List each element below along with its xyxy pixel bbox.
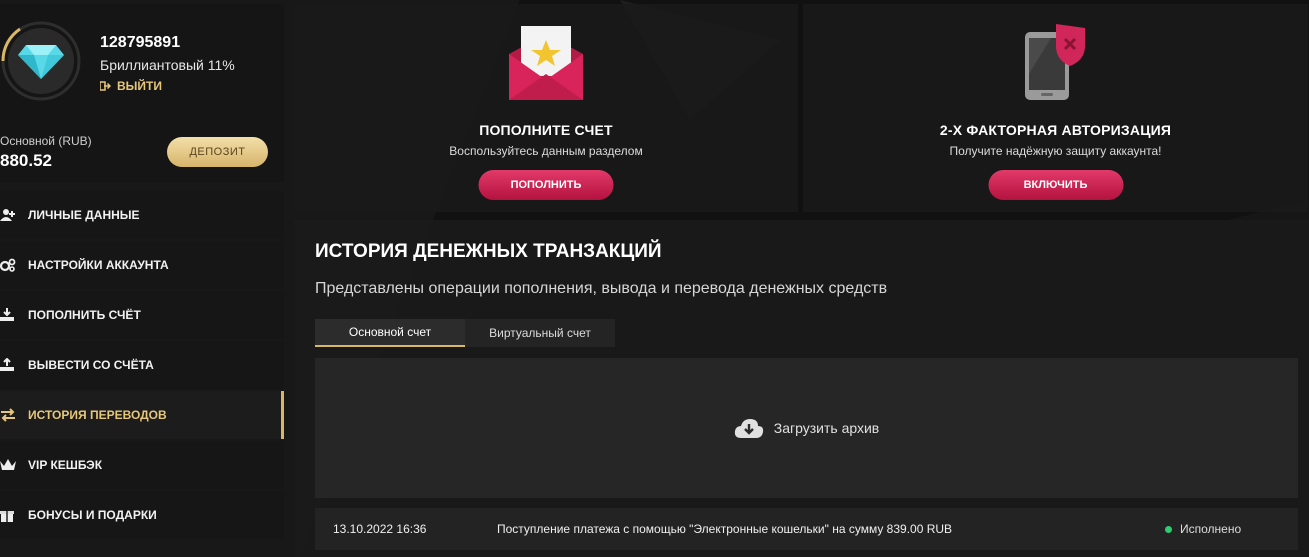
diamond-icon [8, 28, 74, 94]
twofa-card-subtitle: Получите надёжную защиту аккаунта! [949, 144, 1162, 158]
twofa-card-title: 2-Х ФАКТОРНАЯ АВТОРИЗАЦИЯ [939, 122, 1172, 138]
account-tabs: Основной счет Виртуальный счет [315, 319, 615, 347]
sidebar-item-vip-cashback[interactable]: VIP КЕШБЭК [0, 441, 284, 489]
sidebar-item-deposit[interactable]: ПОПОЛНИТЬ СЧЁТ [0, 291, 284, 339]
table-row: 13.10.2022 16:36 Поступление платежа с п… [315, 508, 1298, 550]
user-plus-icon [0, 208, 28, 222]
transaction-date: 13.10.2022 16:36 [333, 522, 427, 536]
status-badge: Исполнено [1165, 522, 1241, 536]
logout-icon [100, 81, 111, 91]
status-dot-icon [1165, 525, 1172, 533]
user-level: Бриллиантовый 11% [100, 57, 235, 73]
replenish-button[interactable]: ПОПОЛНИТЬ [478, 170, 614, 200]
sidebar-menu: ЛИЧНЫЕ ДАННЫЕ НАСТРОЙКИ АККАУНТА ПОПОЛНИ… [0, 191, 284, 541]
user-id: 128795891 [100, 34, 181, 51]
envelope-star-icon [507, 24, 585, 107]
sidebar-item-label: НАСТРОЙКИ АККАУНТА [28, 258, 169, 272]
sidebar-item-withdraw[interactable]: ВЫВЕСТИ СО СЧЁТА [0, 341, 284, 389]
tab-main-account[interactable]: Основной счет [315, 319, 465, 347]
tab-virtual-account[interactable]: Виртуальный счет [465, 319, 615, 347]
download-archive-label: Загрузить архив [773, 420, 880, 436]
page-subtitle: Представлены операции пополнения, вывода… [315, 280, 888, 297]
profile-card: 128795891 Бриллиантовый 11% ВЫЙТИ Основн… [0, 4, 284, 182]
twofa-card: 2-Х ФАКТОРНАЯ АВТОРИЗАЦИЯ Получите надёж… [803, 4, 1308, 212]
sidebar-item-label: ИСТОРИЯ ПЕРЕВОДОВ [28, 408, 167, 422]
sidebar: 128795891 Бриллиантовый 11% ВЫЙТИ Основн… [0, 0, 284, 557]
page-title: ИСТОРИЯ ДЕНЕЖНЫХ ТРАНЗАКЦИЙ [315, 241, 662, 262]
enable-2fa-button[interactable]: ВКЛЮЧИТЬ [988, 170, 1123, 200]
balance-label: Основной (RUB) [0, 134, 92, 148]
sidebar-item-label: БОНУСЫ И ПОДАРКИ [28, 508, 157, 522]
sidebar-item-label: ПОПОЛНИТЬ СЧЁТ [28, 308, 141, 322]
deposit-card-title: ПОПОЛНИТЕ СЧЕТ [479, 122, 613, 138]
sidebar-item-personal-data[interactable]: ЛИЧНЫЕ ДАННЫЕ [0, 191, 284, 239]
deposit-button[interactable]: ДЕПОЗИТ [167, 137, 268, 167]
transaction-status: Исполнено [1180, 522, 1242, 536]
sidebar-item-bonuses[interactable]: БОНУСЫ И ПОДАРКИ [0, 491, 284, 539]
logout-label: ВЫЙТИ [117, 79, 162, 93]
cloud-download-icon [734, 419, 763, 438]
phone-shield-icon [1021, 24, 1091, 107]
sidebar-item-label: ВЫВЕСТИ СО СЧЁТА [28, 358, 154, 372]
crown-icon [0, 458, 28, 472]
deposit-card-subtitle: Воспользуйтесь данным разделом [449, 144, 643, 158]
balance-value: 880.52 [0, 151, 52, 170]
sidebar-item-label: VIP КЕШБЭК [28, 458, 103, 472]
upload-tray-icon [0, 358, 28, 372]
deposit-card: ПОПОЛНИТЕ СЧЕТ Воспользуйтесь данным раз… [294, 4, 798, 212]
avatar [0, 20, 82, 102]
exchange-arrows-icon [0, 408, 28, 422]
transaction-history-panel: ИСТОРИЯ ДЕНЕЖНЫХ ТРАНЗАКЦИЙ Представлены… [294, 220, 1309, 557]
sidebar-item-label: ЛИЧНЫЕ ДАННЫЕ [28, 208, 140, 222]
gift-icon [0, 508, 28, 522]
gears-icon [0, 258, 28, 272]
logout-link[interactable]: ВЫЙТИ [100, 79, 162, 93]
sidebar-item-account-settings[interactable]: НАСТРОЙКИ АККАУНТА [0, 241, 284, 289]
sidebar-item-transfer-history[interactable]: ИСТОРИЯ ПЕРЕВОДОВ [0, 391, 284, 439]
transaction-description: Поступление платежа с помощью "Электронн… [497, 522, 953, 536]
download-archive-button[interactable]: Загрузить архив [315, 358, 1298, 498]
download-tray-icon [0, 308, 28, 322]
